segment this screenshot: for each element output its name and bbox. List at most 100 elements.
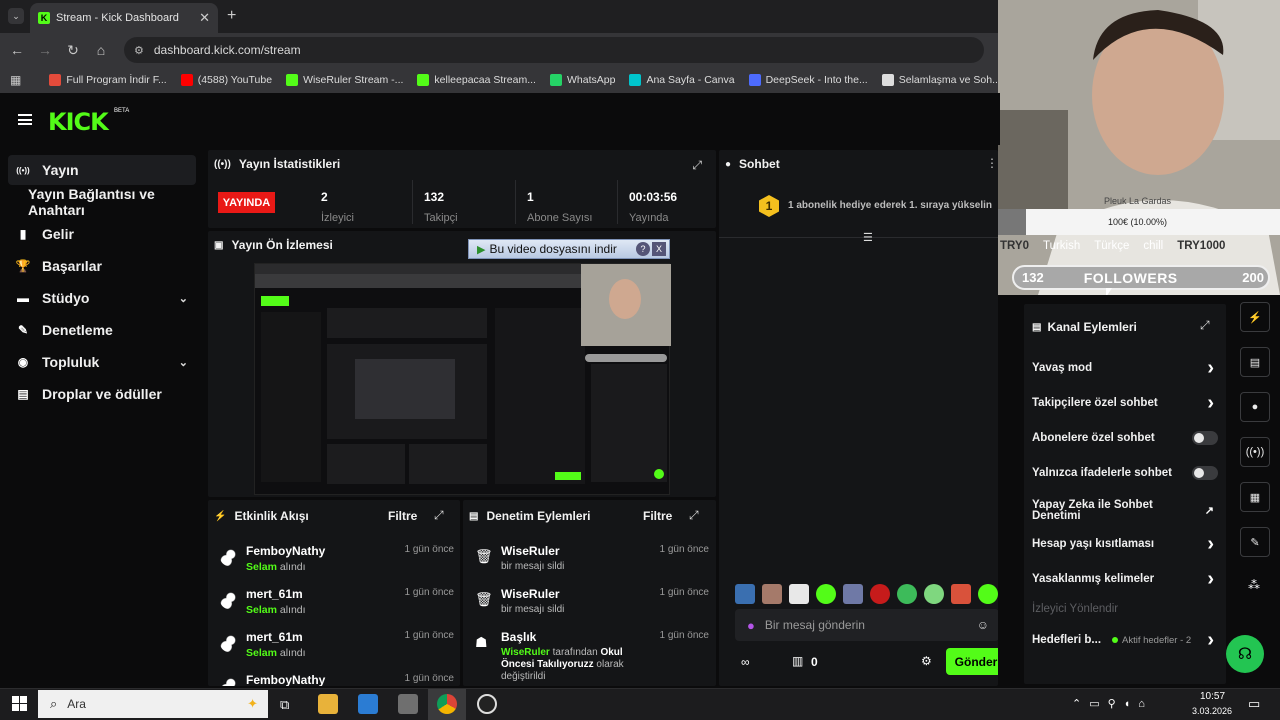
sidebar-item-4[interactable]: ▬ Stüdyo ⌄ [8,283,196,313]
kick-logo[interactable]: KICK [48,108,109,136]
sidebar-item-0[interactable]: ((•)) Yayın [8,155,196,185]
chevron-right-icon[interactable]: › [1207,392,1214,415]
file-explorer-icon[interactable] [318,694,338,714]
obs-icon[interactable] [477,694,497,714]
chevron-down-icon[interactable]: ⌄ [179,356,188,369]
site-info-icon[interactable]: ⚙ [134,44,144,57]
channel-action-row[interactable]: Hedefleri b... Aktif hedefler - 2 › [1032,629,1218,651]
chat-input[interactable]: ● Bir mesaj gönderin ☺ [735,609,998,641]
channel-action-row[interactable]: Yapay Zeka ile Sohbet Denetimi ↗ [1032,497,1218,525]
notification-icon[interactable]: ▭ [1248,696,1260,712]
channel-action-row[interactable]: Hesap yaşı kısıtlaması › [1032,533,1218,555]
wrench-rail-icon[interactable]: ✎ [1240,527,1270,557]
reload-icon[interactable]: ↻ [62,39,84,61]
download-bar[interactable]: ▶ Bu video dosyasını indir ? X [468,239,670,259]
emoji-icon[interactable]: ☺ [977,618,989,632]
url-field[interactable]: ⚙ dashboard.kick.com/stream [124,37,984,63]
browser-tab[interactable]: K Stream - Kick Dashboard ✕ [30,3,218,33]
loyalty-rail-icon[interactable]: ⁂ [1248,578,1260,592]
bookmark-item[interactable]: WhatsApp [549,74,615,86]
chevron-right-icon[interactable]: › [1207,533,1214,556]
moderation-row[interactable]: 🗑 WiseRuler bir mesajı sildi 1 gün önce [475,544,715,584]
help-button[interactable]: ? [636,242,650,256]
sidebar-item-1[interactable]: Yayın Bağlantısı ve Anahtarı [8,186,196,218]
send-button[interactable]: Gönder [946,648,998,675]
emote-icon[interactable] [762,584,782,604]
activity-filter-button[interactable]: Filtre [388,509,417,523]
chevron-down-icon[interactable]: ⌄ [179,292,188,305]
channel-actions-expand-icon[interactable]: ⤢ [1200,318,1210,333]
quick-actions-bolt-icon[interactable]: ⚡ [1240,302,1270,332]
emote-icon[interactable] [978,584,998,604]
channel-action-row[interactable]: Yalnızca ifadelerle sohbet [1032,462,1218,484]
bookmark-item[interactable]: Full Program İndir F... [49,74,167,86]
sidebar-item-3[interactable]: 🏆 Başarılar [8,251,196,281]
close-tab-icon[interactable]: ✕ [199,10,210,26]
bookmark-item[interactable]: kelleepacaa Stream... [417,74,536,86]
fullscreen-icon[interactable]: ⤢ [692,158,702,173]
channel-action-row[interactable]: Takipçilere özel sohbet › [1032,392,1218,414]
channel-action-row[interactable]: Abonelere özel sohbet [1032,427,1218,449]
emote-icon[interactable] [951,584,971,604]
emote-icon[interactable] [789,584,809,604]
tab-list-button[interactable]: ⌄ [8,8,24,24]
chat-rail-icon[interactable]: ● [1240,392,1270,422]
points-gift-icon[interactable]: ▥ [792,654,803,668]
chrome-icon[interactable] [437,694,457,714]
app-icon[interactable] [398,694,418,714]
moderation-filter-button[interactable]: Filtre [643,509,672,523]
activity-row[interactable]: mert_61m Selam alındı 1 gün önce [220,587,460,627]
broadcast-rail-icon[interactable]: ((•)) [1240,437,1270,467]
bookmark-item[interactable]: Ana Sayfa - Canva [629,74,735,86]
bookmark-item[interactable]: WiseRuler Stream -... [286,74,403,86]
bookmark-item[interactable]: DeepSeek - Into the... [748,74,868,86]
sidebar-item-7[interactable]: ▤ Droplar ve ödüller [8,379,196,409]
hamburger-menu-icon[interactable] [18,114,32,125]
channel-action-row[interactable]: Yasaklanmış kelimeler › [1032,568,1218,590]
sidebar-item-6[interactable]: ◉ Topluluk ⌄ [8,347,196,377]
forward-arrow-icon[interactable]: → [34,39,56,61]
moderation-expand-icon[interactable]: ⤢ [689,508,699,523]
emote-icon[interactable] [843,584,863,604]
emote-icon[interactable] [897,584,917,604]
windows-start-icon[interactable] [12,696,27,711]
back-arrow-icon[interactable]: ← [6,39,28,61]
emote-icon[interactable] [870,584,890,604]
chat-more-icon[interactable]: ⋮ [986,156,998,170]
close-download-button[interactable]: X [652,242,666,256]
chevron-right-icon[interactable]: › [1207,629,1214,652]
preview-video[interactable] [254,263,671,495]
collapse-pinned-icon[interactable]: ☰ [863,231,873,244]
chevron-right-icon[interactable]: › [1207,357,1214,380]
notes-icon[interactable]: ▤ [1240,347,1270,377]
emote-icon[interactable] [735,584,755,604]
activity-row[interactable]: FemboyNathy 1 gün önce [220,673,460,686]
emote-icon[interactable] [816,584,836,604]
new-tab-button[interactable]: + [227,7,236,25]
stats-rail-icon[interactable]: ▦ [1240,482,1270,512]
sidebar-item-5[interactable]: ✎ Denetleme [8,315,196,345]
chat-settings-icon[interactable]: ⚙ [921,654,932,668]
activity-expand-icon[interactable]: ⤢ [434,508,444,523]
bookmark-item[interactable]: (4588) YouTube [180,74,272,86]
task-view-icon[interactable]: ⧉ [280,697,289,713]
store-icon[interactable] [358,694,378,714]
loyalty-icon[interactable]: ∞ [741,655,750,669]
moderation-row[interactable]: 🗑 WiseRuler bir mesajı sildi 1 gün önce [475,587,715,627]
activity-row[interactable]: mert_61m Selam alındı 1 gün önce [220,630,460,670]
help-float-button[interactable]: ☊ [1226,635,1264,673]
activity-row[interactable]: FemboyNathy Selam alındı 1 gün önce [220,544,460,584]
microphone-icon[interactable]: ● [747,618,755,633]
toggle-switch[interactable] [1192,431,1218,445]
sidebar-item-2[interactable]: ▮ Gelir [8,219,196,249]
home-icon[interactable]: ⌂ [90,39,112,61]
channel-action-row[interactable]: Yavaş mod › [1032,357,1218,379]
apps-grid-icon[interactable]: ▦ [10,73,21,87]
external-link-icon[interactable]: ↗ [1205,505,1214,517]
chevron-right-icon[interactable]: › [1207,568,1214,591]
taskbar-search[interactable]: ⌕ Ara ✦ [38,690,268,718]
toggle-switch[interactable] [1192,466,1218,480]
moderation-row[interactable]: ☗ Başlık WiseRuler tarafından Okul Öncesi … [475,630,715,682]
bookmark-item[interactable]: Selamlaşma ve Soh... [881,74,1000,86]
emote-icon[interactable] [924,584,944,604]
